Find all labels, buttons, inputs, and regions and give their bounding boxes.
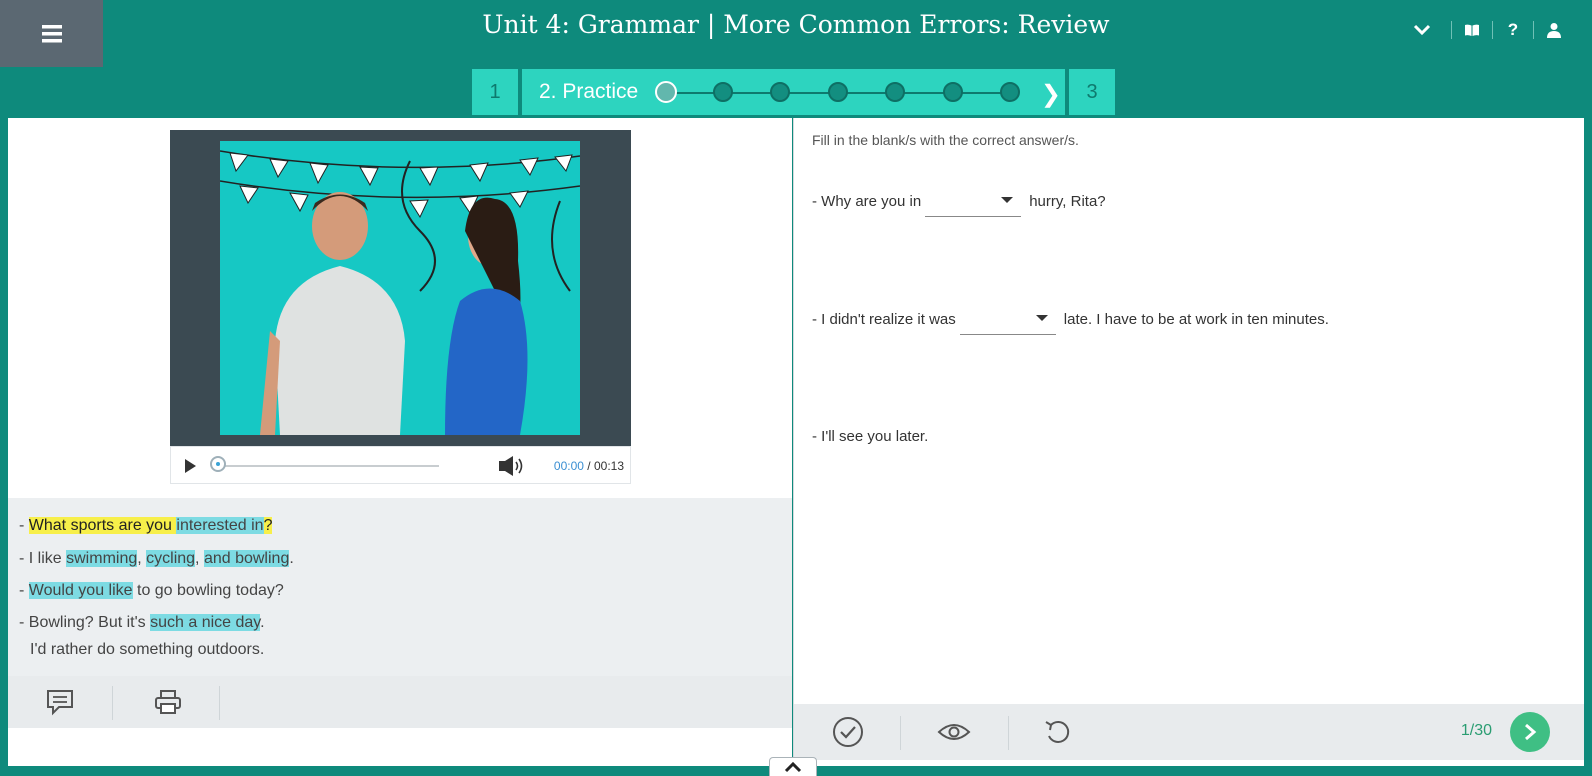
answer-dropdown-2[interactable] (959, 304, 1056, 335)
step-dot-4[interactable] (827, 82, 848, 102)
seek-bar[interactable] (213, 465, 439, 467)
transcript-line-5: I'd rather do something outdoors. (30, 641, 265, 658)
line-text: to go bowling today? (132, 582, 284, 599)
volume-icon (499, 456, 523, 476)
transcript: - What sports are you interested in? - I… (8, 498, 792, 676)
step-dot-1[interactable] (655, 81, 677, 103)
play-icon (185, 459, 196, 473)
highlight-blue[interactable]: interested in (176, 517, 264, 534)
left-panel: 00:00 / 00:13 - What sports are you inte… (8, 118, 792, 766)
right-panel: Fill in the blank/s with the correct ans… (793, 118, 1584, 766)
transcript-line-4: - Bowling? But it's such a nice day. (19, 614, 265, 632)
separator: , (137, 550, 147, 567)
check-answers-button[interactable] (798, 704, 898, 760)
reset-button[interactable] (1008, 704, 1108, 760)
caret-down-icon (1035, 315, 1048, 321)
question-text: late. I have to be at work in ten minute… (1063, 311, 1329, 328)
divider (219, 686, 220, 720)
eye-icon (937, 724, 971, 740)
divider (900, 716, 901, 750)
user-icon (1547, 23, 1561, 38)
instructions: Fill in the blank/s with the correct ans… (812, 132, 1079, 148)
volume-button[interactable] (498, 455, 528, 482)
line-dash: - (19, 517, 29, 534)
step-dot-3[interactable] (770, 82, 790, 102)
show-answers-button[interactable] (904, 704, 1004, 760)
highlight-blue[interactable]: Would you like (28, 582, 133, 599)
top-bar: Unit 4: Grammar | More Common Errors: Re… (0, 0, 1592, 67)
question-1: - Why are you in hurry, Rita? (812, 186, 1106, 217)
comment-icon (47, 690, 73, 716)
question-text: hurry, Rita? (1029, 193, 1106, 210)
book-button[interactable] (1452, 15, 1492, 45)
transcript-line-3: - Would you like to go bowling today? (19, 582, 284, 600)
highlight-blue[interactable]: cycling (146, 550, 196, 567)
collapse-button[interactable] (769, 757, 817, 776)
step-1-tab[interactable]: 1 (472, 69, 518, 115)
step-dot-6[interactable] (942, 82, 963, 102)
divider (112, 686, 113, 720)
line-end: . (289, 550, 294, 567)
print-icon (155, 690, 181, 714)
line-text: - I like (19, 550, 67, 567)
video-player[interactable] (170, 130, 631, 446)
left-toolbar (8, 676, 792, 728)
expand-button[interactable] (1393, 15, 1451, 45)
total-time: / 00:13 (587, 459, 624, 473)
video-frame[interactable] (220, 141, 580, 435)
answer-dropdown-1[interactable] (925, 186, 1022, 217)
question-3: - I'll see you later. (812, 428, 929, 445)
highlight-yellow[interactable]: What sports are you (28, 517, 177, 534)
video-controls: 00:00 / 00:13 (170, 446, 631, 484)
line-text: - Bowling? But it's (19, 614, 151, 631)
comments-button[interactable] (10, 676, 110, 728)
header-toolbar: ? (1393, 0, 1592, 60)
chevron-up-icon (784, 761, 802, 773)
help-icon: ? (1507, 20, 1519, 39)
chevron-right-icon[interactable]: ❯ (1041, 80, 1061, 109)
step-dot-7[interactable] (1000, 82, 1020, 102)
chevron-right-icon (1525, 723, 1537, 741)
user-button[interactable] (1534, 15, 1574, 45)
check-circle-icon (833, 717, 863, 747)
video-still-image (220, 141, 580, 435)
seek-handle[interactable] (210, 456, 226, 472)
answer-toolbar: 1/30 (794, 704, 1584, 760)
step-2-tab[interactable]: 2. Practice ❯ (522, 69, 1065, 115)
menu-button[interactable] (0, 0, 103, 67)
chevron-down-icon (1413, 24, 1431, 36)
highlight-yellow[interactable]: ? (263, 517, 273, 534)
current-time: 00:00 (553, 459, 584, 473)
highlight-blue[interactable]: and bowling (203, 550, 290, 567)
transcript-line-1: - What sports are you interested in? (19, 517, 273, 535)
print-button[interactable] (118, 676, 218, 728)
help-button[interactable]: ? (1493, 15, 1533, 45)
line-end: . (260, 614, 265, 631)
time-display: 00:00 / 00:13 (554, 459, 624, 473)
question-2: - I didn't realize it was late. I have t… (812, 304, 1329, 335)
play-button[interactable] (183, 458, 197, 479)
separator: , (195, 550, 204, 567)
menu-icon (41, 24, 62, 42)
line-dash: - (19, 582, 29, 599)
next-button[interactable] (1510, 712, 1550, 752)
step-3-tab[interactable]: 3 (1069, 69, 1115, 115)
question-text: - I didn't realize it was (812, 311, 956, 328)
highlight-blue[interactable]: swimming (66, 550, 138, 567)
step-dot-2[interactable] (712, 82, 733, 102)
page-title: Unit 4: Grammar | More Common Errors: Re… (482, 10, 1110, 39)
caret-down-icon (1001, 197, 1014, 203)
highlight-blue[interactable]: such a nice day (150, 614, 261, 631)
book-icon (1465, 24, 1479, 36)
transcript-line-2: - I like swimming, cycling, and bowling. (19, 550, 294, 568)
undo-icon (1045, 720, 1070, 743)
step-dot-5[interactable] (885, 82, 905, 102)
step-navigation: 1 2. Practice ❯ 3 (0, 67, 1592, 118)
step-dots (655, 69, 1020, 115)
page-counter: 1/30 (1460, 722, 1492, 739)
question-text: - Why are you in (812, 193, 922, 210)
step-2-label: 2. Practice (539, 80, 639, 103)
